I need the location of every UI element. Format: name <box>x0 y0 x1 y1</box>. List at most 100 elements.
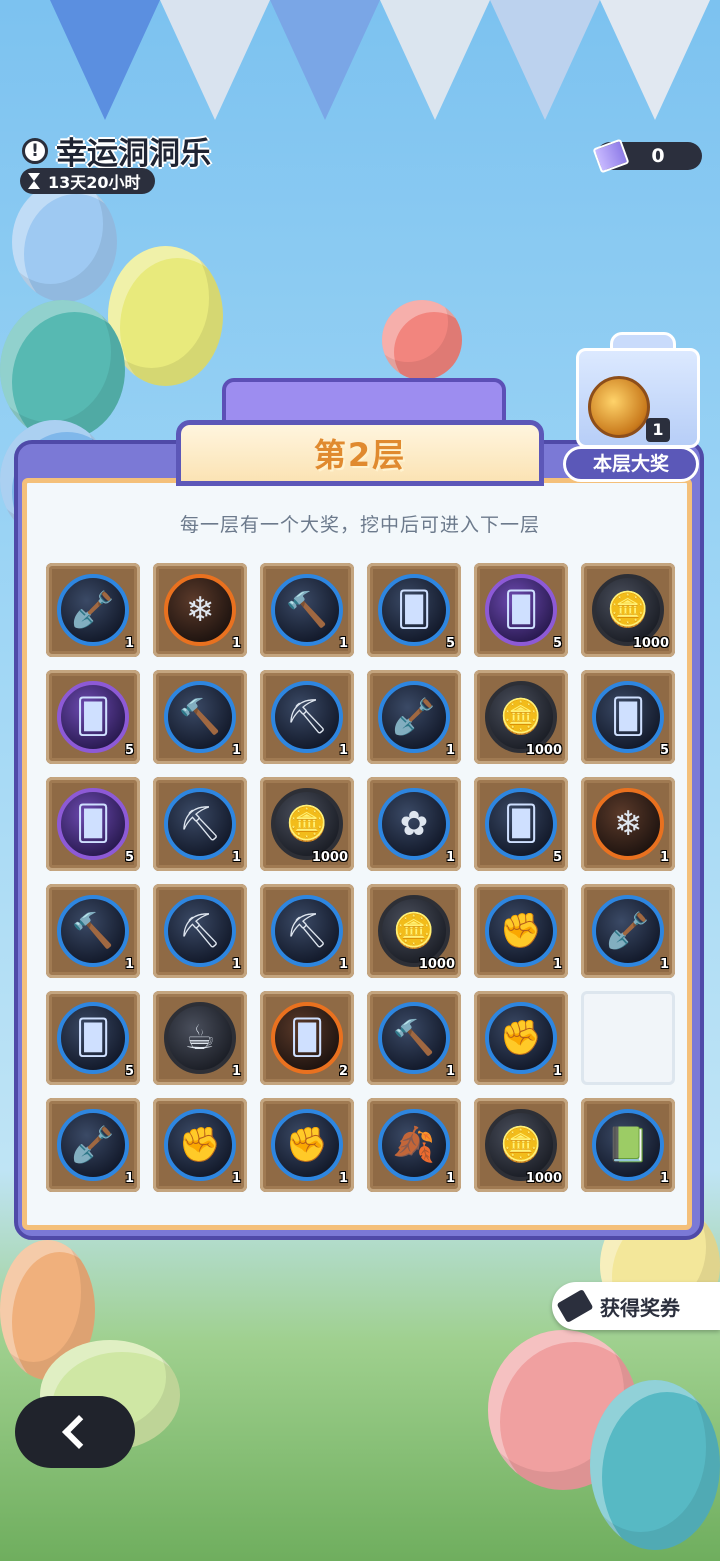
item-quantity: 1 <box>552 1064 562 1079</box>
grid-cell[interactable]: ⛏ 1 <box>260 670 354 764</box>
grid-cell[interactable]: ⛏ 1 <box>260 884 354 978</box>
shovel-icon: 🪏 <box>378 681 450 753</box>
grid-cell[interactable]: 🪙 1000 <box>367 884 461 978</box>
grand-prize-item-icon <box>588 376 650 438</box>
grid-cell[interactable]: 🪏 1 <box>46 1098 140 1192</box>
item-quantity: 1 <box>338 1171 348 1186</box>
back-button[interactable] <box>15 1396 135 1468</box>
ribbon-decoration <box>222 378 506 426</box>
item-quantity: 1 <box>338 957 348 972</box>
grid-cell[interactable]: 🂠 5 <box>367 563 461 657</box>
grid-cell[interactable]: ⛏ 1 <box>153 777 247 871</box>
hammer-icon: 🔨 <box>57 895 129 967</box>
item-quantity: 1 <box>338 636 348 651</box>
grid-cell[interactable]: ⛏ 1 <box>153 884 247 978</box>
leaf-icon: 🍂 <box>378 1109 450 1181</box>
card-blue-icon: 🂠 <box>592 681 664 753</box>
item-quantity: 5 <box>124 743 134 758</box>
glove-icon: ✊ <box>164 1109 236 1181</box>
grid-cell[interactable]: 🂠 2 <box>260 991 354 1085</box>
floor-banner: 第2层 <box>176 420 544 486</box>
pennant-decoration <box>270 0 380 120</box>
grid-cell[interactable]: 🪙 1000 <box>581 563 675 657</box>
floor-label: 第2层 <box>313 436 407 474</box>
grand-prize-count: 1 <box>646 418 670 442</box>
grid-cell-empty[interactable] <box>581 991 675 1085</box>
item-quantity: 1 <box>231 850 241 865</box>
grid-cell[interactable]: 🂠 5 <box>46 991 140 1085</box>
timer-text: 13天20小时 <box>48 173 141 192</box>
glove-icon: ✊ <box>271 1109 343 1181</box>
hammer-icon: 🔨 <box>271 574 343 646</box>
grid-cell[interactable]: ✿ 1 <box>367 777 461 871</box>
pennant-decoration <box>600 0 710 120</box>
grid-cell[interactable]: 🪏 1 <box>367 670 461 764</box>
cup-icon: ☕ <box>164 1002 236 1074</box>
grid-cell[interactable]: 🪙 1000 <box>474 1098 568 1192</box>
balloon-decoration <box>382 300 462 380</box>
item-quantity: 1 <box>338 743 348 758</box>
crystal-icon: ❄ <box>164 574 236 646</box>
chevron-left-icon <box>62 1415 96 1449</box>
item-quantity: 2 <box>338 1064 348 1079</box>
grid-cell[interactable]: ❄ 1 <box>581 777 675 871</box>
grid-cell[interactable]: ✊ 1 <box>260 1098 354 1192</box>
item-quantity: 1 <box>124 957 134 972</box>
item-quantity: 1 <box>445 1064 455 1079</box>
shovel-icon: 🪏 <box>57 1109 129 1181</box>
item-quantity: 1 <box>231 1171 241 1186</box>
pickaxe-icon: ⛏ <box>164 788 236 860</box>
hammer-icon: 🔨 <box>164 681 236 753</box>
item-quantity: 1 <box>231 636 241 651</box>
info-icon[interactable]: ! <box>22 137 48 164</box>
grid-cell[interactable]: ❄ 1 <box>153 563 247 657</box>
grid-cell[interactable]: 🂠 5 <box>474 563 568 657</box>
balloon-decoration <box>108 246 223 386</box>
item-quantity: 1000 <box>525 1171 562 1186</box>
grid-cell[interactable]: 🔨 1 <box>260 563 354 657</box>
item-quantity: 1 <box>124 636 134 651</box>
grid-cell[interactable]: 🪙 1000 <box>260 777 354 871</box>
grid-cell[interactable]: 🪏 1 <box>581 884 675 978</box>
item-quantity: 1 <box>445 1171 455 1186</box>
get-voucher-button[interactable]: 获得奖券 <box>552 1282 720 1330</box>
balloon-decoration <box>0 300 125 440</box>
grand-prize-label: 本层大奖 <box>563 446 699 482</box>
card-blue-icon: 🂠 <box>57 1002 129 1074</box>
grid-cell[interactable]: ☕ 1 <box>153 991 247 1085</box>
card-orange-icon: 🂠 <box>271 1002 343 1074</box>
pennant-decoration <box>490 0 600 120</box>
item-quantity: 1000 <box>632 636 669 651</box>
hourglass-icon <box>28 173 40 189</box>
grid-cell[interactable]: 🂠 5 <box>46 670 140 764</box>
item-quantity: 1000 <box>418 957 455 972</box>
grid-cell[interactable]: 🔨 1 <box>46 884 140 978</box>
grid-cell[interactable]: 🂠 5 <box>46 777 140 871</box>
pickaxe-icon: ⛏ <box>164 895 236 967</box>
countdown-timer: 13天20小时 <box>20 168 155 194</box>
card-purple-icon: 🂠 <box>57 788 129 860</box>
grid-cell[interactable]: ✊ 1 <box>474 884 568 978</box>
grid-cell[interactable]: ✊ 1 <box>474 991 568 1085</box>
grid-cell[interactable]: 📗 1 <box>581 1098 675 1192</box>
grid-cell[interactable]: 🍂 1 <box>367 1098 461 1192</box>
pennant-decoration <box>50 0 160 120</box>
flower-icon: ✿ <box>378 788 450 860</box>
item-quantity: 1 <box>231 957 241 972</box>
card-blue-icon: 🂠 <box>485 788 557 860</box>
pickaxe-icon: ⛏ <box>271 895 343 967</box>
item-quantity: 1 <box>552 957 562 972</box>
glove-icon: ✊ <box>485 1002 557 1074</box>
item-quantity: 1 <box>231 1064 241 1079</box>
item-quantity: 5 <box>124 850 134 865</box>
grid-cell[interactable]: 🂠 5 <box>581 670 675 764</box>
grid-cell[interactable]: 🪏 1 <box>46 563 140 657</box>
grid-cell[interactable]: 🔨 1 <box>153 670 247 764</box>
ticket-counter[interactable]: 0 <box>592 138 702 174</box>
grid-cell[interactable]: 🔨 1 <box>367 991 461 1085</box>
grid-cell[interactable]: 🂠 5 <box>474 777 568 871</box>
item-quantity: 1 <box>659 850 669 865</box>
grid-cell[interactable]: 🪙 1000 <box>474 670 568 764</box>
grid-cell[interactable]: ✊ 1 <box>153 1098 247 1192</box>
book-icon: 📗 <box>592 1109 664 1181</box>
